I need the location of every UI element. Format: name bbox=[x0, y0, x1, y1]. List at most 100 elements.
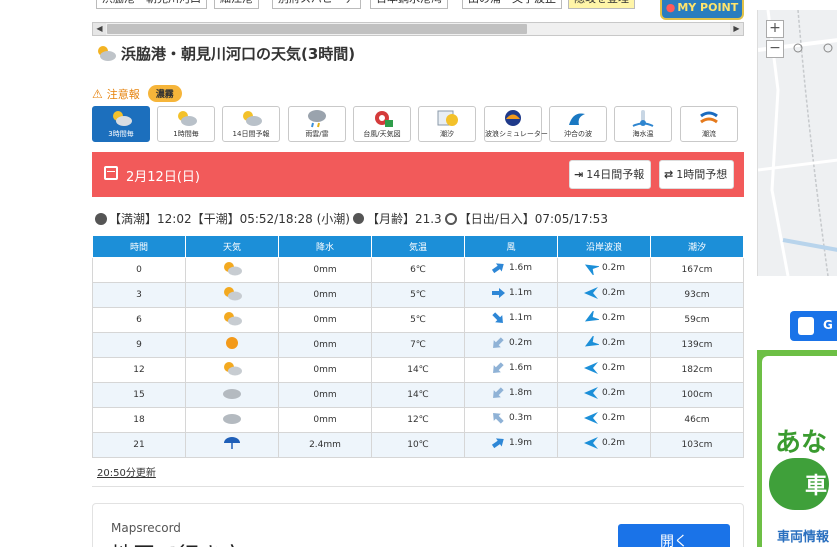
ad-open-button[interactable]: 開く bbox=[618, 524, 730, 547]
cloud-icon bbox=[223, 389, 241, 399]
table-row: 9 0mm 7℃ 0.2m 0.2m 139cm bbox=[92, 331, 744, 358]
map-panel[interactable]: + − bbox=[757, 10, 837, 276]
current-icon bbox=[700, 111, 718, 124]
side-ad-headline: あな bbox=[775, 428, 828, 458]
precip-cell: 2.4mm bbox=[278, 431, 372, 458]
zoom-in-button[interactable]: + bbox=[766, 20, 784, 38]
forecast-date: 2月12日(日) bbox=[126, 170, 200, 185]
warning-label[interactable]: 注意報 bbox=[107, 86, 140, 102]
zoom-out-button[interactable]: − bbox=[766, 40, 784, 58]
time-cell: 15 bbox=[92, 381, 186, 408]
nav-1hour-button[interactable]: 1時間毎 bbox=[157, 106, 215, 142]
wave-cell: 0.2m bbox=[557, 281, 651, 308]
nav-current-button[interactable]: 潮流 bbox=[680, 106, 738, 142]
warning-triangle-icon: ⚠ bbox=[92, 86, 103, 101]
wave-cell: 0.2m bbox=[557, 256, 651, 283]
divider bbox=[92, 486, 744, 487]
wave-cell: 0.2m bbox=[557, 406, 651, 433]
precip-cell: 0mm bbox=[278, 256, 372, 283]
location-tab[interactable]: 細江港 bbox=[214, 0, 259, 9]
wind-arrow-icon bbox=[493, 337, 504, 348]
wave-cell: 0.2m bbox=[557, 331, 651, 358]
moon-icon bbox=[352, 213, 364, 224]
wave-cell: 0.2m bbox=[557, 431, 651, 458]
14day-forecast-button[interactable]: ⇥ 14日間予報 bbox=[569, 160, 652, 189]
temp-cell: 14℃ bbox=[371, 356, 465, 383]
tide-cell: 167cm bbox=[650, 256, 744, 283]
tabs-scrollbar[interactable]: ◀ ▶ bbox=[92, 22, 744, 36]
ad-brand: Mapsrecord bbox=[111, 521, 181, 535]
wave-direction-icon bbox=[584, 311, 599, 322]
forecast-table: 時間 天気 降水 気温 風 沿岸波浪 潮汐 0 0mm 6℃ 1.6m 0.2m 167c… bbox=[92, 236, 744, 458]
column-header: 降水 bbox=[278, 236, 372, 258]
location-tab[interactable]: 隠岐を登埋 bbox=[568, 0, 635, 9]
precip-cell: 0mm bbox=[278, 281, 372, 308]
thermometer-icon bbox=[632, 110, 654, 127]
wave-direction-icon bbox=[584, 264, 599, 275]
time-cell: 18 bbox=[92, 406, 186, 433]
wave-cell: 0.2m bbox=[557, 306, 651, 333]
nav-offshore-wave-button[interactable]: 沖合の波 bbox=[549, 106, 607, 142]
location-tab[interactable]: 別府スパビーチ bbox=[272, 0, 361, 9]
table-row: 15 0mm 14℃ 1.8m 0.2m 100cm bbox=[92, 381, 744, 408]
umbrella-icon bbox=[224, 437, 240, 449]
wave-icon bbox=[569, 113, 585, 125]
fog-warning-badge[interactable]: 濃霧 bbox=[147, 85, 182, 102]
my-point-button[interactable]: ● MY POINT bbox=[660, 0, 744, 20]
nav-tide-button[interactable]: 潮汐 bbox=[418, 106, 476, 142]
column-header: 時間 bbox=[92, 236, 186, 258]
sun-cloud-icon bbox=[94, 44, 118, 62]
google-maps-button[interactable]: G bbox=[790, 311, 837, 341]
wind-arrow-icon bbox=[493, 387, 504, 398]
nav-14day-button[interactable]: 14日間予報 bbox=[222, 106, 280, 142]
location-tab[interactable]: 日本鋼水港湾 bbox=[370, 0, 448, 9]
sun-cloud-icon bbox=[113, 111, 132, 126]
swap-arrows-icon: ⇄ bbox=[664, 168, 674, 181]
tide-chart-icon bbox=[437, 110, 458, 126]
pin-icon: ● bbox=[665, 1, 676, 14]
wave-direction-icon bbox=[584, 336, 599, 347]
wave-direction-icon bbox=[583, 362, 598, 374]
wind-arrow-icon bbox=[493, 413, 504, 424]
date-bar: 2月12日(日) ⇥ 14日間予報 ⇄ 1時間予想 bbox=[92, 152, 744, 197]
column-header: 風 bbox=[464, 236, 558, 258]
sun-cloud-icon bbox=[224, 312, 242, 326]
table-header-row: 時間 天気 降水 気温 風 沿岸波浪 潮汐 bbox=[92, 236, 744, 258]
nav-sea-temp-button[interactable]: 海水温 bbox=[614, 106, 672, 142]
location-tab[interactable]: 浜脇港・朝見川河口 bbox=[96, 0, 207, 9]
wave-cell: 0.2m bbox=[557, 381, 651, 408]
table-row: 3 0mm 5℃ 1.1m 0.2m 93cm bbox=[92, 281, 744, 308]
temp-cell: 7℃ bbox=[371, 331, 465, 358]
nav-wave-sim-button[interactable]: 波浪シミュレーター bbox=[484, 106, 548, 142]
side-ad-label: 車両情報 bbox=[777, 530, 830, 545]
page-header: 浜脇港・朝見川河口の天気(3時間) bbox=[94, 42, 355, 64]
sunrise-icon bbox=[444, 213, 457, 225]
side-ad[interactable]: あな 車 車両情報 bbox=[757, 350, 837, 547]
precip-cell: 0mm bbox=[278, 306, 372, 333]
wind-cell: 1.6m bbox=[464, 356, 558, 383]
nav-typhoon-button[interactable]: 台風/天気図 bbox=[353, 106, 411, 142]
table-row: 18 0mm 12℃ 0.3m 0.2m 46cm bbox=[92, 406, 744, 433]
ad-banner[interactable]: Mapsrecord 地図で行き方 開く bbox=[92, 503, 744, 547]
scroll-right-arrow-icon[interactable]: ▶ bbox=[730, 23, 743, 35]
wind-cell: 1.1m bbox=[464, 281, 558, 308]
wave-direction-icon bbox=[583, 437, 598, 449]
nav-rain-radar-button[interactable]: 雨雲/雷 bbox=[288, 106, 346, 142]
wind-cell: 1.9m bbox=[464, 431, 558, 458]
weather-cell bbox=[185, 331, 279, 358]
scroll-thumb[interactable] bbox=[107, 24, 527, 34]
column-header: 潮汐 bbox=[650, 236, 744, 258]
table-row: 6 0mm 5℃ 1.1m 0.2m 59cm bbox=[92, 306, 744, 333]
time-cell: 12 bbox=[92, 356, 186, 383]
sun-cloud-icon bbox=[178, 111, 197, 126]
wind-cell: 0.3m bbox=[464, 406, 558, 433]
rain-cloud-icon bbox=[308, 110, 326, 128]
last-updated-link[interactable]: 20:50分更新 bbox=[97, 464, 156, 479]
1hour-forecast-button[interactable]: ⇄ 1時間予想 bbox=[659, 160, 735, 189]
scroll-left-arrow-icon[interactable]: ◀ bbox=[93, 23, 106, 35]
nav-3hour-button[interactable]: 3時間毎 bbox=[92, 106, 150, 142]
calendar-icon bbox=[104, 166, 118, 180]
ad-headline: 地図で行き方 bbox=[111, 538, 243, 547]
sun-cloud-icon bbox=[224, 362, 242, 376]
location-tab[interactable]: 田の浦・文字波止 bbox=[462, 0, 562, 9]
